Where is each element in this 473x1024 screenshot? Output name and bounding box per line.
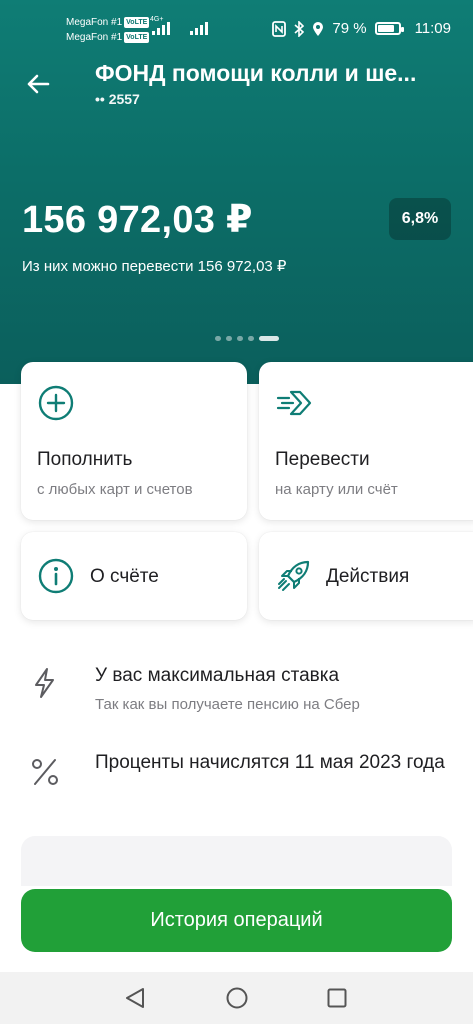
about-account-card[interactable]: О счёте (21, 532, 247, 620)
info-circle-icon (38, 558, 74, 594)
account-title: ФОНД помощи колли и ше... (95, 60, 417, 86)
max-rate-title: У вас максимальная ставка (95, 665, 340, 686)
page-dot (259, 336, 279, 341)
percent-icon (32, 759, 58, 785)
actions-card[interactable]: Действия (259, 532, 473, 620)
interest-date-title: Проценты начислятся 11 мая 2023 года (95, 752, 445, 773)
nav-recents-icon[interactable] (326, 986, 348, 1010)
sim2-label: MegaFon #1 VoLTE (66, 32, 150, 43)
account-number: •• 2557 (95, 91, 140, 107)
status-bar: MegaFon #1 VoLTE MegaFon #1 VoLTE 4G+ 79 %… (0, 0, 473, 60)
nav-home-icon[interactable] (225, 986, 249, 1010)
transfer-label: Перевести (275, 449, 370, 470)
signal-icon (152, 19, 170, 35)
transfer-card[interactable]: Перевести на карту или счёт (259, 362, 473, 520)
page-dot (248, 336, 254, 341)
top-up-label: Пополнить (37, 449, 133, 470)
plus-circle-icon (38, 385, 74, 421)
page-indicator (215, 336, 279, 341)
page-dot (237, 336, 243, 341)
transfer-sublabel: на карту или счёт (275, 481, 398, 498)
balance-amount: 156 972,03 ₽ (22, 199, 253, 241)
rocket-icon (278, 560, 310, 591)
nav-back-icon[interactable] (124, 986, 146, 1010)
actions-label: Действия (326, 566, 410, 587)
battery-percent: 79 % (332, 20, 367, 37)
about-account-label: О счёте (90, 566, 159, 587)
available-to-transfer: Из них можно перевести 156 972,03 ₽ (22, 258, 287, 275)
page-dot (226, 336, 232, 341)
lightning-icon (35, 668, 54, 698)
top-up-card[interactable]: Пополнить с любых карт и счетов (21, 362, 247, 520)
bluetooth-icon (294, 20, 305, 37)
max-rate-subtitle: Так как вы получаете пенсию на Сбер (95, 696, 360, 713)
interest-rate-badge[interactable]: 6,8% (389, 198, 451, 240)
sim1-label: MegaFon #1 VoLTE (66, 17, 150, 28)
back-arrow-icon[interactable] (22, 68, 54, 100)
signal-icon (190, 19, 208, 35)
operations-history-button[interactable]: История операций (21, 889, 452, 952)
clock: 11:09 (414, 20, 451, 37)
system-nav-bar (0, 972, 473, 1024)
next-section-card (21, 836, 452, 886)
top-up-sublabel: с любых карт и счетов (37, 481, 193, 498)
location-icon (313, 21, 324, 36)
page-dot (215, 336, 221, 341)
send-arrow-icon (276, 390, 312, 416)
nfc-icon (272, 20, 287, 37)
battery-icon (374, 22, 404, 35)
